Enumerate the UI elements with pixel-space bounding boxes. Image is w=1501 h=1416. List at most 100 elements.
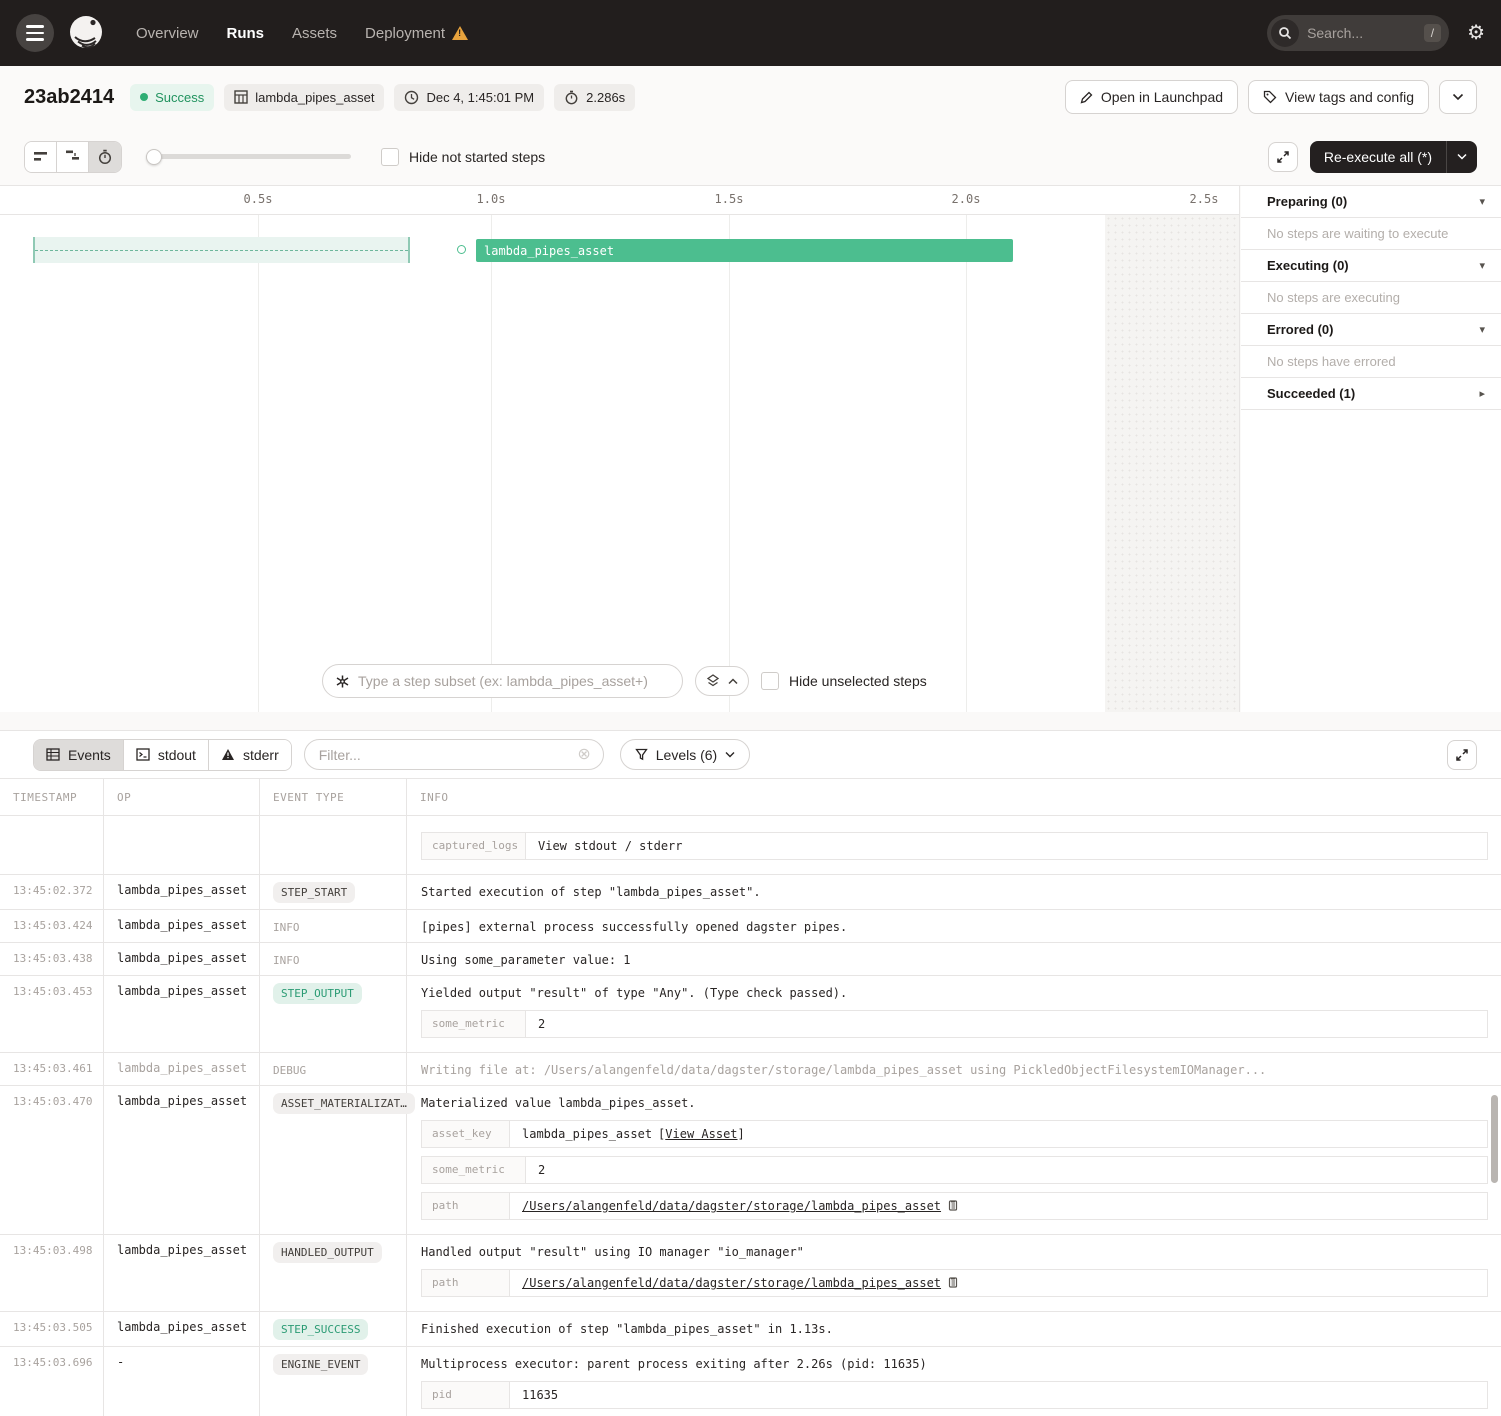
clear-filter-icon[interactable]: ⊗ [577, 747, 590, 763]
run-datetime[interactable]: Dec 4, 1:45:01 PM [394, 84, 544, 111]
gantt-zoom-slider[interactable] [146, 147, 351, 167]
slider-handle[interactable] [146, 149, 162, 165]
timed-view-button[interactable] [89, 142, 121, 172]
nav-links: Overview Runs Assets Deployment [136, 25, 468, 42]
log-row[interactable]: 13:45:03.424lambda_pipes_assetINFO[pipes… [0, 910, 1501, 943]
gantt-step-bar[interactable]: lambda_pipes_asset [476, 239, 1013, 262]
hide-unselected-checkbox[interactable]: Hide unselected steps [761, 672, 927, 690]
chevron-down-icon [1457, 153, 1467, 160]
gantt-waiting-indicator [33, 237, 410, 263]
run-id: 23ab2414 [24, 86, 114, 109]
copy-icon[interactable] [947, 1277, 958, 1290]
hide-not-started-checkbox[interactable]: Hide not started steps [381, 148, 545, 166]
table-icon [46, 748, 60, 761]
search-shortcut-badge: / [1424, 24, 1441, 42]
log-row[interactable]: captured_logsView stdout / stderr [0, 816, 1501, 875]
tab-stderr[interactable]: stderr [209, 740, 291, 770]
log-info: Multiprocess executor: parent process ex… [407, 1347, 1501, 1416]
layers-toggle-button[interactable] [695, 666, 749, 696]
log-row[interactable]: 13:45:03.453lambda_pipes_assetSTEP_OUTPU… [0, 976, 1501, 1053]
log-expand-button[interactable] [1447, 740, 1477, 770]
log-timestamp: 13:45:03.453 [0, 976, 104, 1052]
panel-section-errored[interactable]: Errored (0) ▾ [1241, 314, 1501, 346]
log-info: [pipes] external process successfully op… [407, 910, 1501, 942]
expand-icon [1276, 150, 1290, 164]
job-tag[interactable]: lambda_pipes_asset [224, 84, 384, 111]
search-input[interactable]: Search... / [1267, 15, 1449, 51]
panel-empty-state: No steps have errored [1241, 346, 1501, 378]
status-dot-icon [140, 93, 148, 101]
gantt-overrun-shade [1105, 215, 1239, 712]
log-row[interactable]: 13:45:03.461lambda_pipes_assetDEBUGWriti… [0, 1053, 1501, 1086]
log-row[interactable]: 13:45:03.470lambda_pipes_assetASSET_MATE… [0, 1086, 1501, 1235]
log-event-type: HANDLED_OUTPUT [260, 1235, 407, 1311]
run-actions-dropdown-button[interactable] [1439, 80, 1477, 114]
levels-dropdown-button[interactable]: Levels (6) [620, 739, 750, 770]
metadata-link[interactable]: /Users/alangenfeld/data/dagster/storage/… [522, 1199, 941, 1213]
panel-section-executing[interactable]: Executing (0) ▾ [1241, 250, 1501, 282]
tick-label: 2.5s [1190, 192, 1219, 206]
nav-runs[interactable]: Runs [227, 25, 265, 42]
tab-events[interactable]: Events [34, 740, 124, 770]
materialization-marker-icon[interactable] [457, 245, 466, 254]
caret-down-icon: ▾ [1479, 259, 1485, 272]
tab-stdout[interactable]: stdout [124, 740, 209, 770]
log-toolbar: Events stdout stderr ⊗ Levels (6) [0, 731, 1501, 778]
log-row[interactable]: 13:45:03.498lambda_pipes_assetHANDLED_OU… [0, 1235, 1501, 1312]
log-timestamp: 13:45:03.438 [0, 943, 104, 975]
tick-label: 2.0s [952, 192, 981, 206]
checkbox-icon[interactable] [381, 148, 399, 166]
copy-icon[interactable] [947, 1200, 958, 1213]
metadata-entry: asset_keylambda_pipes_asset[View Asset] [421, 1120, 1488, 1148]
step-subset-input[interactable] [358, 673, 670, 689]
clock-icon [404, 90, 419, 105]
run-header: 23ab2414 Success lambda_pipes_asset Dec … [0, 66, 1501, 128]
waterfall-view-icon [65, 149, 81, 164]
terminal-icon [136, 748, 150, 761]
log-event-type: INFO [260, 910, 407, 942]
gantt-expand-button[interactable] [1268, 142, 1298, 172]
menu-icon[interactable] [16, 14, 54, 52]
settings-gear-icon[interactable]: ⚙ [1467, 23, 1485, 43]
tag-icon [1263, 90, 1277, 104]
nav-deployment[interactable]: Deployment [365, 25, 468, 42]
chevron-down-icon [725, 751, 735, 758]
nav-assets[interactable]: Assets [292, 25, 337, 42]
flat-view-button[interactable] [25, 142, 57, 172]
checkbox-icon[interactable] [761, 672, 779, 690]
log-timestamp: 13:45:03.498 [0, 1235, 104, 1311]
log-filter-wrap: ⊗ [304, 739, 604, 770]
open-in-launchpad-button[interactable]: Open in Launchpad [1065, 80, 1238, 114]
scrollbar-thumb[interactable] [1491, 1095, 1498, 1183]
panel-section-succeeded[interactable]: Succeeded (1) ▸ [1241, 378, 1501, 410]
waterfall-view-button[interactable] [57, 142, 89, 172]
view-tags-config-button[interactable]: View tags and config [1248, 80, 1429, 114]
grid-icon [234, 90, 248, 104]
reexecute-split-button: Re-execute all (*) [1310, 141, 1477, 173]
log-row[interactable]: 13:45:02.372lambda_pipes_assetSTEP_START… [0, 875, 1501, 910]
log-timestamp: 13:45:02.372 [0, 875, 104, 909]
dagster-logo-icon[interactable] [66, 12, 108, 54]
stopwatch-icon [564, 90, 579, 105]
log-row[interactable]: 13:45:03.505lambda_pipes_assetSTEP_SUCCE… [0, 1312, 1501, 1347]
reexecute-dropdown-button[interactable] [1446, 141, 1477, 173]
filter-funnel-icon [635, 748, 648, 761]
log-row[interactable]: 13:45:03.696-ENGINE_EVENTMultiprocess ex… [0, 1347, 1501, 1416]
log-event-type: INFO [260, 943, 407, 975]
step-subset-input-wrap [322, 664, 683, 698]
graph-query-icon [335, 674, 350, 689]
log-rows: captured_logsView stdout / stderr13:45:0… [0, 816, 1501, 1416]
reexecute-all-button[interactable]: Re-execute all (*) [1310, 141, 1446, 173]
log-filter-input[interactable] [319, 747, 578, 763]
log-info: Finished execution of step "lambda_pipes… [407, 1312, 1501, 1346]
gridline [966, 215, 967, 712]
view-asset-link[interactable]: [View Asset] [658, 1127, 745, 1141]
status-badge[interactable]: Success [130, 84, 214, 111]
run-duration[interactable]: 2.286s [554, 84, 635, 111]
gridline [729, 215, 730, 712]
nav-overview[interactable]: Overview [136, 25, 199, 42]
panel-splitter[interactable] [0, 712, 1501, 731]
metadata-link[interactable]: /Users/alangenfeld/data/dagster/storage/… [522, 1276, 941, 1290]
log-row[interactable]: 13:45:03.438lambda_pipes_assetINFOUsing … [0, 943, 1501, 976]
panel-section-preparing[interactable]: Preparing (0) ▾ [1241, 186, 1501, 218]
